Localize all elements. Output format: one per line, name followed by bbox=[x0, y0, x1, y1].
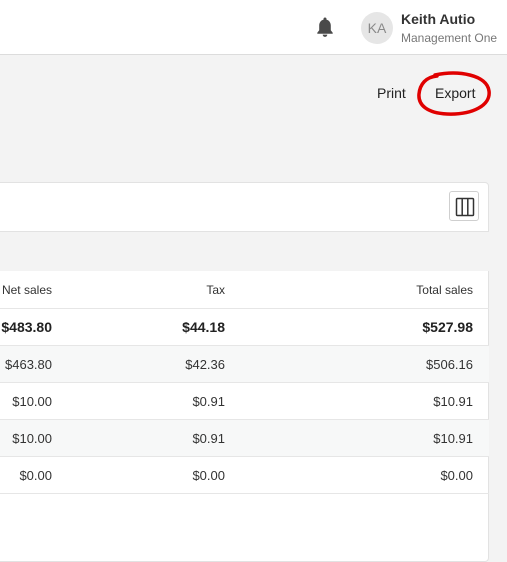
user-organization: Management One bbox=[401, 31, 498, 45]
table-row: $10.00 $0.91 $10.91 bbox=[0, 383, 489, 420]
cell-total-sales: $10.91 bbox=[433, 431, 473, 446]
table-row: $0.00 $0.00 $0.00 bbox=[0, 457, 489, 494]
cell-tax: $44.18 bbox=[182, 319, 225, 335]
avatar[interactable]: KA bbox=[361, 12, 393, 44]
table-header-row: Net sales Tax Total sales bbox=[0, 272, 489, 309]
cell-total-sales: $0.00 bbox=[440, 468, 473, 483]
user-name[interactable]: Keith Autio bbox=[401, 11, 475, 27]
cell-net-sales: $463.80 bbox=[5, 357, 52, 372]
table-row-total: $483.80 $44.18 $527.98 bbox=[0, 309, 489, 346]
print-button[interactable]: Print bbox=[377, 85, 406, 101]
bell-icon[interactable] bbox=[315, 16, 335, 38]
top-bar: KA Keith Autio Management One bbox=[0, 0, 507, 55]
cell-tax: $0.00 bbox=[192, 468, 225, 483]
table-filter-band bbox=[0, 231, 489, 271]
cell-tax: $0.91 bbox=[192, 431, 225, 446]
cell-total-sales: $506.16 bbox=[426, 357, 473, 372]
column-header-net-sales[interactable]: Net sales bbox=[2, 272, 52, 309]
column-header-total-sales[interactable]: Total sales bbox=[416, 272, 473, 309]
columns-icon bbox=[455, 197, 475, 217]
cell-net-sales: $483.80 bbox=[1, 319, 52, 335]
cell-net-sales: $0.00 bbox=[19, 468, 52, 483]
export-highlight-annotation bbox=[417, 71, 491, 116]
cell-total-sales: $10.91 bbox=[433, 394, 473, 409]
column-header-tax[interactable]: Tax bbox=[206, 272, 225, 309]
cell-tax: $42.36 bbox=[185, 357, 225, 372]
cell-tax: $0.91 bbox=[192, 394, 225, 409]
table-row: $463.80 $42.36 $506.16 bbox=[0, 346, 489, 383]
cell-total-sales: $527.98 bbox=[422, 319, 473, 335]
cell-net-sales: $10.00 bbox=[12, 394, 52, 409]
columns-button[interactable] bbox=[449, 191, 479, 221]
cell-net-sales: $10.00 bbox=[12, 431, 52, 446]
table-row: $10.00 $0.91 $10.91 bbox=[0, 420, 489, 457]
